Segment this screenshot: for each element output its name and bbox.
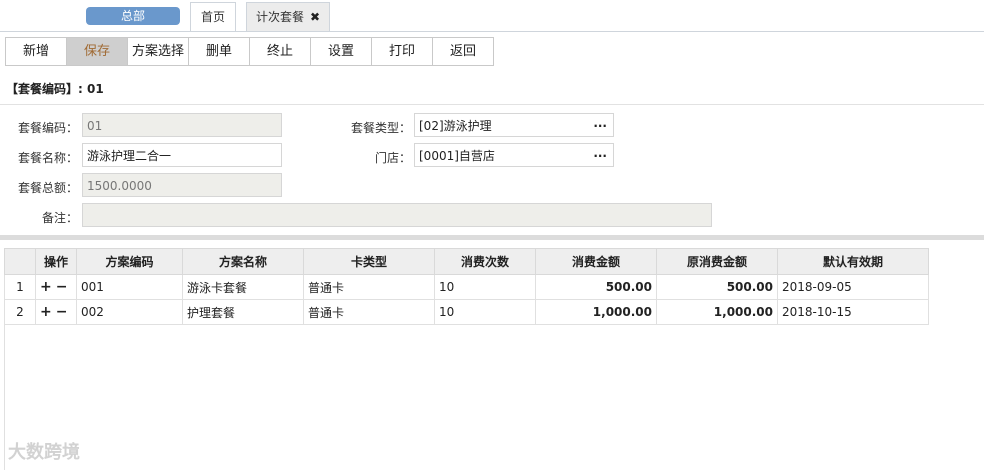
row-orig-amount: 1,000.00 <box>656 299 778 325</box>
back-button[interactable]: 返回 <box>433 38 493 65</box>
store-lookup-icon[interactable]: ... <box>593 141 607 165</box>
store-field[interactable]: [0001]自营店 ... <box>414 143 614 167</box>
package-code-heading: 【套餐编码】: 01 <box>6 80 104 97</box>
col-plan-name: 方案名称 <box>182 248 304 275</box>
table-header-row: 操作 方案编码 方案名称 卡类型 消费次数 消费金额 原消费金额 默认有效期 <box>4 248 929 275</box>
type-label: 套餐类型： <box>350 121 411 135</box>
col-orig-amount: 原消费金额 <box>656 248 778 275</box>
row-operations: +− <box>35 299 77 325</box>
tab-home[interactable]: 首页 <box>190 2 236 31</box>
toolbar: 新增 保存 方案选择 删单 终止 设置 打印 返回 <box>5 37 494 66</box>
plus-icon[interactable]: + <box>40 279 56 295</box>
type-value: [02]游泳护理 <box>419 119 492 133</box>
plan-table: 操作 方案编码 方案名称 卡类型 消费次数 消费金额 原消费金额 默认有效期 1… <box>4 248 929 325</box>
package-code-heading-label: 【套餐编码】: <box>6 82 83 96</box>
total-label: 套餐总额： <box>17 181 78 195</box>
row-index: 2 <box>4 299 36 325</box>
row-amount: 500.00 <box>535 274 657 300</box>
watermark: 大数跨境 <box>8 442 80 463</box>
minus-icon[interactable]: − <box>56 279 72 295</box>
row-operations: +− <box>35 274 77 300</box>
divider <box>0 104 984 105</box>
row-plan-code: 002 <box>76 299 183 325</box>
row-expiry: 2018-10-15 <box>777 299 929 325</box>
row-orig-amount: 500.00 <box>656 274 778 300</box>
store-label: 门店： <box>374 151 411 165</box>
plus-icon[interactable]: + <box>40 304 56 320</box>
col-card-type: 卡类型 <box>303 248 435 275</box>
package-code-heading-value: 01 <box>87 82 104 96</box>
row-card-type: 普通卡 <box>303 274 435 300</box>
tab-package-label: 计次套餐 <box>255 10 304 24</box>
add-button[interactable]: 新增 <box>6 38 67 65</box>
row-index: 1 <box>4 274 36 300</box>
row-plan-name: 游泳卡套餐 <box>182 274 304 300</box>
row-plan-name: 护理套餐 <box>182 299 304 325</box>
row-times: 10 <box>434 274 536 300</box>
col-index <box>4 248 36 275</box>
minus-icon[interactable]: − <box>56 304 72 320</box>
row-times: 10 <box>434 299 536 325</box>
col-amount: 消费金额 <box>535 248 657 275</box>
row-plan-code: 001 <box>76 274 183 300</box>
col-expiry: 默认有效期 <box>777 248 929 275</box>
col-times: 消费次数 <box>434 248 536 275</box>
table-row[interactable]: 1 +− 001 游泳卡套餐 普通卡 10 500.00 500.00 2018… <box>4 274 929 300</box>
code-field: 01 <box>82 113 282 137</box>
total-field: 1500.0000 <box>82 173 282 197</box>
col-plan-code: 方案编码 <box>76 248 183 275</box>
table-row[interactable]: 2 +− 002 护理套餐 普通卡 10 1,000.00 1,000.00 2… <box>4 299 929 325</box>
settings-button[interactable]: 设置 <box>311 38 372 65</box>
col-operation: 操作 <box>35 248 77 275</box>
save-button[interactable]: 保存 <box>67 38 128 65</box>
remark-field[interactable] <box>82 203 712 227</box>
terminate-button[interactable]: 终止 <box>250 38 311 65</box>
code-label: 套餐编码： <box>17 121 78 135</box>
remark-label: 备注： <box>41 211 78 225</box>
close-icon[interactable]: ✖ <box>310 10 320 24</box>
name-field[interactable]: 游泳护理二合一 <box>82 143 282 167</box>
section-divider <box>0 235 984 240</box>
row-amount: 1,000.00 <box>535 299 657 325</box>
type-field[interactable]: [02]游泳护理 ... <box>414 113 614 137</box>
store-value: [0001]自营店 <box>419 149 495 163</box>
plan-select-button[interactable]: 方案选择 <box>128 38 189 65</box>
delete-button[interactable]: 删单 <box>189 38 250 65</box>
name-label: 套餐名称： <box>17 151 78 165</box>
print-button[interactable]: 打印 <box>372 38 433 65</box>
row-expiry: 2018-09-05 <box>777 274 929 300</box>
type-lookup-icon[interactable]: ... <box>593 111 607 135</box>
row-card-type: 普通卡 <box>303 299 435 325</box>
tab-package[interactable]: 计次套餐 ✖ <box>246 2 330 31</box>
headquarters-button[interactable]: 总部 <box>86 7 180 25</box>
top-tab-bar: 总部 首页 计次套餐 ✖ <box>0 0 984 32</box>
